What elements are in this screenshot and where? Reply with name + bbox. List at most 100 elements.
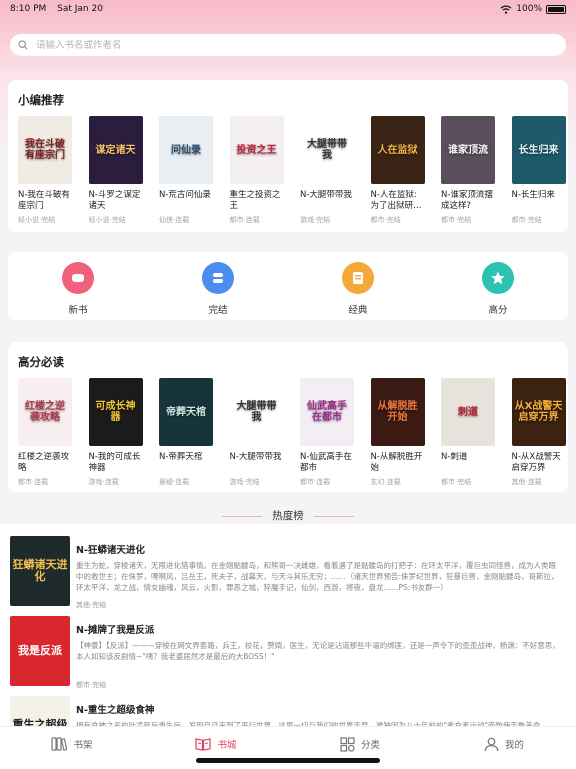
book-title[interactable]: N-人在监狱:为了出狱研… [371, 190, 425, 212]
tab-bookshelf[interactable]: 书架 [0, 727, 144, 769]
book-cover[interactable]: 大腿带带我 [229, 378, 284, 446]
book-title[interactable]: N-谁家顶流摆成这样? [441, 190, 495, 212]
book-item[interactable]: 刺道 N-刺道 都市·完结 [441, 378, 495, 487]
search-bar[interactable] [10, 34, 566, 56]
book-cover-text: 可成长神器 [95, 401, 136, 423]
hot-list-item[interactable]: 重生之超级食神N-重生之超级食神拥有食神之名的叶凌死后重生后，发现自己来到了平行… [10, 696, 566, 726]
book-cover[interactable]: 我在斗破有座宗门 [18, 116, 72, 184]
book-title[interactable]: N-大腿带带我 [230, 452, 284, 474]
hot-book-title[interactable]: N-重生之超级食神 [76, 702, 154, 716]
status-date: Sat Jan 20 [57, 4, 103, 14]
book-cover-text: 谁家顶流 [448, 144, 488, 156]
tab-label: 书架 [73, 740, 93, 751]
hot-book-title[interactable]: N-狂蟒诸天进化 [76, 542, 145, 556]
book-item[interactable]: 投资之王 重生之投资之王 都市·连载 [229, 116, 284, 225]
book-title[interactable]: 重生之投资之王 [230, 190, 284, 212]
hot-book-title[interactable]: N-摊牌了我是反派 [76, 622, 154, 636]
book-title[interactable]: N-我的可成长神器 [89, 452, 143, 474]
book-cover[interactable]: 投资之王 [229, 116, 284, 184]
search-input[interactable] [34, 38, 518, 52]
book-item[interactable]: 谁家顶流 N-谁家顶流摆成这样? 都市·完结 [441, 116, 495, 225]
category-label: 新书 [68, 305, 88, 316]
book-cover[interactable]: 可成长神器 [88, 378, 143, 446]
book-item[interactable]: 长生归来 N-长生归来 都市·完结 [511, 116, 566, 225]
book-cover[interactable]: 人在监狱 [370, 116, 425, 184]
book-title[interactable]: N-长生归来 [512, 190, 566, 212]
hot-book-description: 重生为蛇，穿梭诸天，无限进化猎事情。在金刚骷髅岛，和熊哥一决雌雄，看着遇了是骷髅… [76, 561, 559, 592]
book-cover-text: 从解脱胜开始 [377, 401, 418, 423]
star-icon [482, 262, 514, 294]
book-cover[interactable]: 仙武高手在都市 [300, 378, 354, 446]
book-cover-text: 仙武高手在都市 [307, 401, 347, 423]
category-completed[interactable]: 完结 [148, 252, 288, 320]
category-label: 经典 [348, 305, 368, 316]
book-meta: 悬疑·连载 [159, 478, 190, 486]
section-title-editor-pick: 小编推荐 [18, 93, 64, 107]
book-meta: 游戏·连载 [88, 478, 119, 486]
book-cover[interactable]: 大腿带带我 [300, 116, 354, 184]
book-item[interactable]: 我在斗破有座宗门 N-我在斗破有座宗门 轻小说·完结 [18, 116, 72, 225]
wifi-icon [500, 4, 512, 14]
hot-book-cover[interactable]: 我是反派 [10, 616, 70, 686]
book-cover[interactable]: 刺道 [441, 378, 495, 446]
book-meta: 都市·连载 [300, 478, 331, 486]
book-item[interactable]: 谋定诸天 N-斗罗之谋定诸天 轻小说·完结 [88, 116, 143, 225]
hot-book-cover[interactable]: 狂蟒诸天进化 [10, 536, 70, 606]
book-title[interactable]: N-从X战警天启穿万界 [512, 452, 566, 474]
hot-ranking-title: 热度榜 [272, 510, 304, 522]
divider [222, 515, 263, 517]
book-title[interactable]: N-仙武高手在都市 [300, 452, 354, 474]
home-indicator [196, 758, 380, 763]
battery-icon [546, 4, 566, 14]
book-title[interactable]: N-斗罗之谋定诸天 [89, 190, 143, 212]
category-high-score[interactable]: 高分 [428, 252, 568, 320]
book-cover-text: 刺道 [458, 406, 478, 418]
book-item[interactable]: 红楼之逆袭攻略 红楼之逆袭攻略 都市·连载 [18, 378, 72, 487]
tab-profile[interactable]: 我的 [432, 727, 576, 769]
book-cover[interactable]: 红楼之逆袭攻略 [18, 378, 72, 446]
book-item[interactable]: 人在监狱 N-人在监狱:为了出狱研… 都市·完结 [370, 116, 425, 225]
book-cover[interactable]: 谋定诸天 [88, 116, 143, 184]
category-classic[interactable]: 经典 [288, 252, 428, 320]
completed-icon [202, 262, 234, 294]
book-title[interactable]: N-大腿带带我 [300, 190, 354, 212]
category-label: 完结 [208, 305, 228, 316]
bookstore-icon [195, 738, 212, 751]
status-bar: 8:10 PM Sat Jan 20 100% [0, 0, 576, 18]
tab-label: 分类 [360, 740, 380, 751]
book-cover[interactable]: 从X战警天启穿万界 [511, 378, 566, 446]
category-icon [340, 736, 355, 752]
book-cover[interactable]: 长生归来 [511, 116, 566, 184]
book-cover[interactable]: 从解脱胜开始 [370, 378, 425, 446]
book-title[interactable]: N-刺道 [441, 452, 495, 474]
hot-list-item[interactable]: 狂蟒诸天进化 N-狂蟒诸天进化重生为蛇，穿梭诸天，无限进化猎事情。在金刚骷髅岛，和… [10, 536, 566, 616]
book-title[interactable]: N-荒古问仙录 [159, 190, 213, 212]
book-item[interactable]: 帝葬天棺 N-帝葬天棺悬疑·连载 [159, 378, 213, 487]
hot-book-cover-text: 重生之超级食神 [12, 717, 68, 726]
editor-pick-section: 小编推荐 我在斗破有座宗门 N-我在斗破有座宗门 轻小说·完结 谋定诸天 N-斗罗之谋定… [8, 80, 568, 232]
book-cover[interactable]: 帝葬天棺 [159, 378, 213, 446]
book-cover[interactable]: 问仙录 [159, 116, 213, 184]
book-cover-text: 从X战警天启穿万界 [514, 401, 563, 423]
book-title[interactable]: N-从解脱胜开始 [371, 452, 425, 474]
bookshelf-icon [51, 737, 68, 751]
book-cover[interactable]: 谁家顶流 [441, 116, 495, 184]
book-item[interactable]: 问仙录 N-荒古问仙录 仙侠·连载 [159, 116, 213, 225]
book-item[interactable]: 可成长神器 N-我的可成长神器游戏·连载 [88, 378, 143, 487]
book-item[interactable]: 从解脱胜开始 N-从解脱胜开始 玄幻·连载 [370, 378, 425, 487]
book-item[interactable]: 大腿带带我 N-大腿带带我 游戏·完结 [300, 116, 354, 225]
book-item[interactable]: 大腿带带我 N-大腿带带我 游戏·完结 [229, 378, 284, 487]
book-cover-text: 我在斗破有座宗门 [25, 139, 65, 161]
profile-icon [484, 737, 499, 751]
tab-label: 书城 [217, 740, 237, 751]
book-title[interactable]: N-帝葬天棺 [159, 452, 213, 474]
book-title[interactable]: N-我在斗破有座宗门 [18, 190, 72, 212]
book-item[interactable]: 从X战警天启穿万界 N-从X战警天启穿万界 其他·连载 [511, 378, 566, 487]
hot-book-cover[interactable]: 重生之超级食神 [10, 696, 70, 726]
book-cover-text: 问仙录 [171, 144, 201, 156]
battery-percent: 100% [516, 4, 542, 14]
hot-list-item[interactable]: 我是反派 N-摊牌了我是反派 【神豪】【反派】———穿梭在网文界套路，兵王，校花，赘… [10, 616, 566, 696]
book-title[interactable]: 红楼之逆袭攻略 [18, 452, 72, 474]
category-new[interactable]: 新书 [8, 252, 148, 320]
book-item[interactable]: 仙武高手在都市 N-仙武高手在都市都市·连载 [300, 378, 354, 487]
